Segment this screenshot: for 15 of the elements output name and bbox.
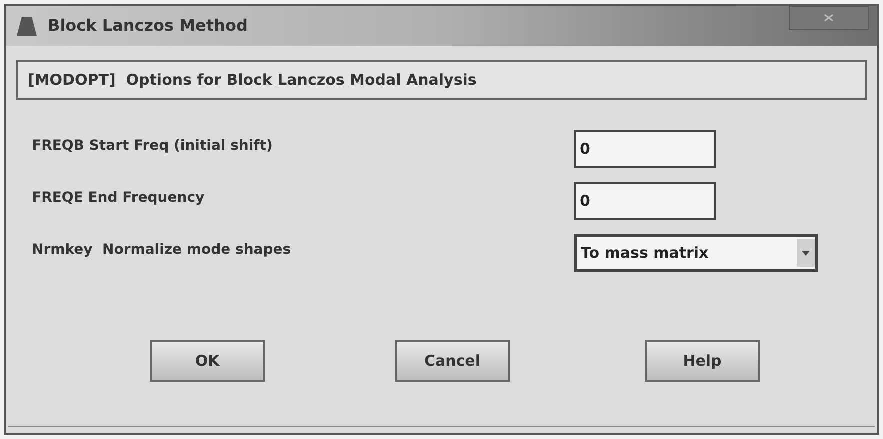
input-field[interactable]: 0	[574, 182, 716, 220]
app-icon	[14, 14, 40, 38]
field-label: FREQB Start Freq (initial shift)	[32, 137, 274, 156]
section-header: [MODOPT] Options for Block Lanczos Modal Analysis	[16, 60, 867, 100]
caret-icon	[797, 239, 815, 267]
dialog-button[interactable]: Help	[645, 340, 760, 382]
close-icon	[824, 14, 834, 22]
close-button[interactable]	[789, 6, 869, 30]
field-label: FREQE End Frequency	[32, 189, 206, 208]
window-title: Block Lanczos Method	[48, 15, 249, 37]
dialog-button[interactable]: OK	[150, 340, 265, 382]
input-field[interactable]: 0	[574, 130, 716, 168]
dialog-button[interactable]: Cancel	[395, 340, 510, 382]
dropdown[interactable]: To mass matrix	[574, 234, 818, 272]
field-label: Nrmkey Normalize mode shapes	[32, 241, 292, 260]
